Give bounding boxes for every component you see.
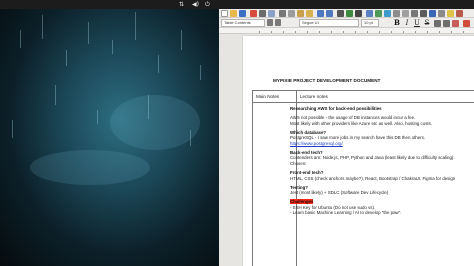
font-name-select[interactable]: Segoe UI [299, 19, 359, 27]
note-line: Back-end tech? [290, 149, 323, 155]
update-style-icon[interactable] [267, 19, 273, 26]
formatting-marks-icon[interactable] [355, 10, 362, 17]
note-line: - SSH Key for Ubuntu (Do not use sudo vs… [290, 204, 376, 210]
note-line: - Learn basic Machine Learning / AI to d… [290, 210, 402, 216]
font-color-icon[interactable] [463, 20, 470, 27]
power-icon[interactable]: ⏻ [205, 1, 210, 8]
find-replace-icon[interactable] [337, 10, 344, 17]
cut-icon[interactable] [279, 10, 286, 17]
network-icon[interactable]: ⇅ [179, 1, 184, 8]
underline-button[interactable]: U [413, 19, 421, 27]
insert-text-box-icon[interactable] [393, 10, 400, 17]
note-line: https://www.postgresql.org/ [290, 140, 343, 146]
note-line: Front-end tech? [290, 170, 324, 175]
insert-footnote-icon[interactable] [438, 10, 445, 17]
print-preview-icon[interactable] [268, 10, 275, 17]
clear-formatting-icon[interactable] [452, 20, 459, 27]
note-line: Researching AWS for back-end possibiliti… [290, 106, 382, 111]
insert-page-break-icon[interactable] [402, 10, 409, 17]
new-style-icon[interactable] [275, 19, 281, 26]
italic-button[interactable]: I [403, 19, 411, 27]
writer-window: Table Contents Segoe UI 10 pt B I U S MY… [219, 9, 474, 266]
paste-icon[interactable] [297, 10, 304, 17]
note-line: Testing? [290, 184, 308, 190]
font-size-select[interactable]: 10 pt [361, 19, 379, 27]
document-title: MYPIXIE PROJECT DEVELOPMENT DOCUMENT [273, 78, 381, 83]
insert-comment-icon[interactable] [447, 10, 454, 17]
note-line: Jest (most likely) + SDLC (Software Dev … [290, 190, 389, 196]
insert-special-char-icon[interactable] [420, 10, 427, 17]
document-page[interactable]: MYPIXIE PROJECT DEVELOPMENT DOCUMENT Mai… [243, 36, 474, 266]
main-notes-header: Main Notes [256, 94, 280, 99]
standard-toolbar [219, 9, 474, 18]
note-line: Challenges [290, 199, 314, 205]
formatting-toolbar: Table Contents Segoe UI 10 pt B I U S [219, 18, 474, 28]
ruler[interactable] [219, 28, 474, 34]
track-changes-icon[interactable] [456, 10, 463, 17]
subscript-icon[interactable] [443, 20, 450, 27]
desktop: ⇅ ◀) ⏻ Table Contents Segoe UI 10 pt B I… [0, 0, 474, 266]
note-line: HTML, CSS (check anchors maybe?), React,… [290, 175, 456, 181]
insert-table-icon[interactable] [366, 10, 373, 17]
note-line: Most likely with other providers like Az… [290, 120, 433, 126]
lecture-notes-header: Lecture notes [300, 94, 328, 99]
new-doc-icon[interactable] [221, 10, 228, 17]
note-line: AWS not possible - the usage of DB insta… [290, 115, 416, 120]
note-line: Chosen: [290, 161, 307, 166]
rain-wallpaper [0, 0, 219, 266]
note-line: Contenders are: Node.js, PHP, Python and… [290, 155, 455, 161]
volume-icon[interactable]: ◀) [192, 1, 199, 8]
superscript-icon[interactable] [434, 20, 441, 27]
top-panel: ⇅ ◀) ⏻ [0, 0, 474, 9]
open-icon[interactable] [230, 10, 237, 17]
spelling-icon[interactable] [346, 10, 353, 17]
export-pdf-icon[interactable] [250, 10, 257, 17]
insert-image-icon[interactable] [375, 10, 382, 17]
undo-icon[interactable] [317, 10, 324, 17]
insert-chart-icon[interactable] [384, 10, 391, 17]
copy-icon[interactable] [288, 10, 295, 17]
print-icon[interactable] [259, 10, 266, 17]
note-line: PostgreSQL - I saw more jobs in my searc… [290, 135, 426, 141]
paragraph-style-select[interactable]: Table Contents [221, 19, 265, 27]
insert-field-icon[interactable] [411, 10, 418, 17]
strikethrough-button[interactable]: S [423, 19, 431, 27]
save-icon[interactable] [239, 10, 246, 17]
bold-button[interactable]: B [393, 19, 401, 27]
redo-icon[interactable] [326, 10, 333, 17]
clone-format-icon[interactable] [306, 10, 313, 17]
insert-hyperlink-icon[interactable] [429, 10, 436, 17]
note-line: Which database? [290, 129, 327, 135]
